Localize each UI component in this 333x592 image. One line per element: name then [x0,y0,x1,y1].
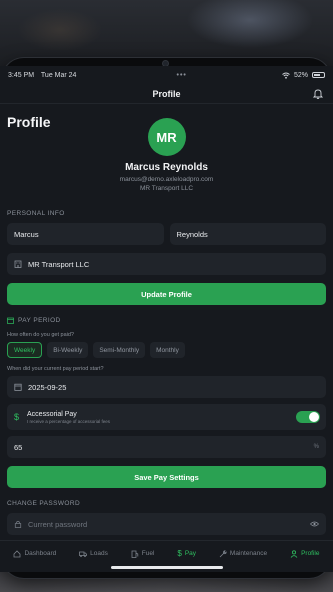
battery-percent: 52% [293,71,308,79]
tab-pay-label: Pay [184,550,197,557]
tab-maintenance-label: Maintenance [229,550,268,557]
accessorial-pay-row: $ Accessorial Pay I receive a percentage… [7,404,326,430]
option-monthly[interactable]: Monthly [150,342,185,358]
accessorial-title: Accessorial Pay [27,410,77,418]
tab-maintenance[interactable]: Maintenance [219,549,268,558]
percentage-value: 65 [14,442,23,452]
calendar-icon [14,383,22,391]
calendar-icon [7,317,14,324]
accessorial-subtitle: I receive a percentage of accessorial fe… [27,418,111,424]
accessorial-toggle[interactable] [296,411,320,423]
pay-frequency-question: How often do you get paid? [7,332,74,338]
tab-pay[interactable]: $ Pay [177,549,196,558]
tab-fuel-label: Fuel [141,550,155,557]
change-password-label: CHANGE PASSWORD [7,500,81,507]
pay-period-label: PAY PERIOD [18,317,61,324]
tab-dashboard[interactable]: Dashboard [13,549,57,558]
bottom-tab-bar: Dashboard Loads Fuel $ Pay Maintenance P… [0,540,333,566]
tab-loads[interactable]: Loads [79,550,108,558]
tab-dashboard-label: Dashboard [24,550,57,557]
wifi-icon [282,72,290,79]
truck-icon [79,551,88,557]
dollar-icon: $ [177,549,182,558]
profile-email: marcus@demo.axleloadpro.com [119,176,214,183]
profile-content: Profile MR Marcus Reynolds marcus@demo.a… [0,114,333,535]
update-profile-button[interactable]: Update Profile [7,283,326,305]
percentage-unit: % [313,444,319,450]
app-header: Profile [0,84,333,104]
profile-name: Marcus Reynolds [125,162,208,173]
avatar[interactable]: MR [147,118,186,156]
lock-icon [14,520,22,528]
pay-start-date-field[interactable]: 2025-09-25 [7,376,326,398]
person-icon [290,549,298,558]
status-time: 3:45 PM [8,71,35,79]
bell-icon[interactable] [313,88,323,99]
last-name-field[interactable]: Reynolds [169,223,326,245]
fuel-icon [131,550,138,558]
pay-period-header: PAY PERIOD [7,317,326,324]
pay-start-date-value: 2025-09-25 [28,382,67,392]
accessorial-percentage-field[interactable]: 65 % [7,436,326,458]
status-date: Tue Mar 24 [40,71,77,79]
status-bar: 3:45 PM Tue Mar 24 ••• 52% [0,66,333,84]
current-password-placeholder: Current password [28,519,88,529]
company-value: MR Transport LLC [28,259,90,269]
battery-icon [311,72,325,78]
building-icon [14,260,22,268]
multitask-dots-icon[interactable]: ••• [177,72,187,79]
home-indicator[interactable] [111,566,223,569]
header-title: Profile [152,88,181,99]
current-password-field[interactable]: Current password [7,513,326,535]
profile-company: MR Transport LLC [139,185,194,192]
tab-fuel[interactable]: Fuel [131,550,155,558]
pay-frequency-options: Weekly Bi-Weekly Semi-Monthly Monthly [7,342,326,358]
company-field[interactable]: MR Transport LLC [7,253,326,275]
tab-profile-label: Profile [301,550,320,557]
dollar-icon: $ [14,412,20,422]
app-screen: 3:45 PM Tue Mar 24 ••• 52% Profile Profi… [0,66,333,572]
option-semi-monthly[interactable]: Semi-Monthly [93,342,146,358]
tab-loads-label: Loads [90,550,108,557]
option-bi-weekly[interactable]: Bi-Weekly [47,342,89,358]
pay-start-question: When did your current pay period start? [7,366,104,372]
home-icon [14,549,21,557]
eye-icon[interactable] [310,521,319,527]
option-weekly[interactable]: Weekly [7,342,43,358]
wrench-icon [219,549,227,557]
first-name-field[interactable]: Marcus [7,223,164,245]
save-pay-settings-button[interactable]: Save Pay Settings [7,466,326,488]
personal-info-label: PERSONAL INFO [7,210,65,217]
tab-profile[interactable]: Profile [290,549,320,558]
